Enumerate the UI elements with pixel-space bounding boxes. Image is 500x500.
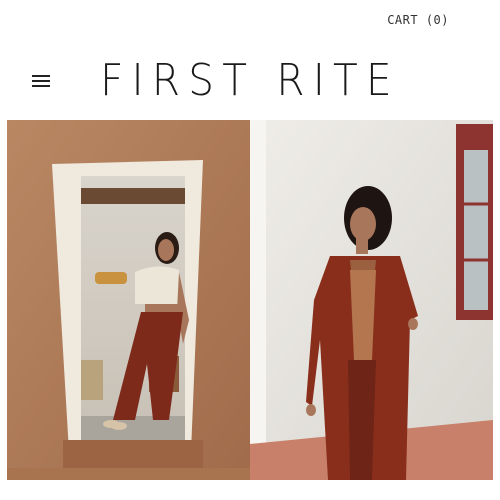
site-header: CART (0) FIRST RITE	[0, 0, 500, 120]
menu-bar	[32, 75, 50, 77]
menu-bar	[32, 80, 50, 82]
cart-link[interactable]: CART (0)	[387, 13, 449, 27]
hero-image-left[interactable]	[7, 120, 250, 480]
hamburger-menu-icon[interactable]	[30, 72, 52, 90]
model-in-rust-coat-photo	[250, 120, 493, 480]
menu-bar	[32, 85, 50, 87]
hero-image-right[interactable]	[250, 120, 493, 480]
hero-banner[interactable]	[7, 120, 493, 480]
model-in-doorway-photo	[7, 120, 250, 480]
site-logo[interactable]: FIRST RITE	[100, 52, 392, 108]
